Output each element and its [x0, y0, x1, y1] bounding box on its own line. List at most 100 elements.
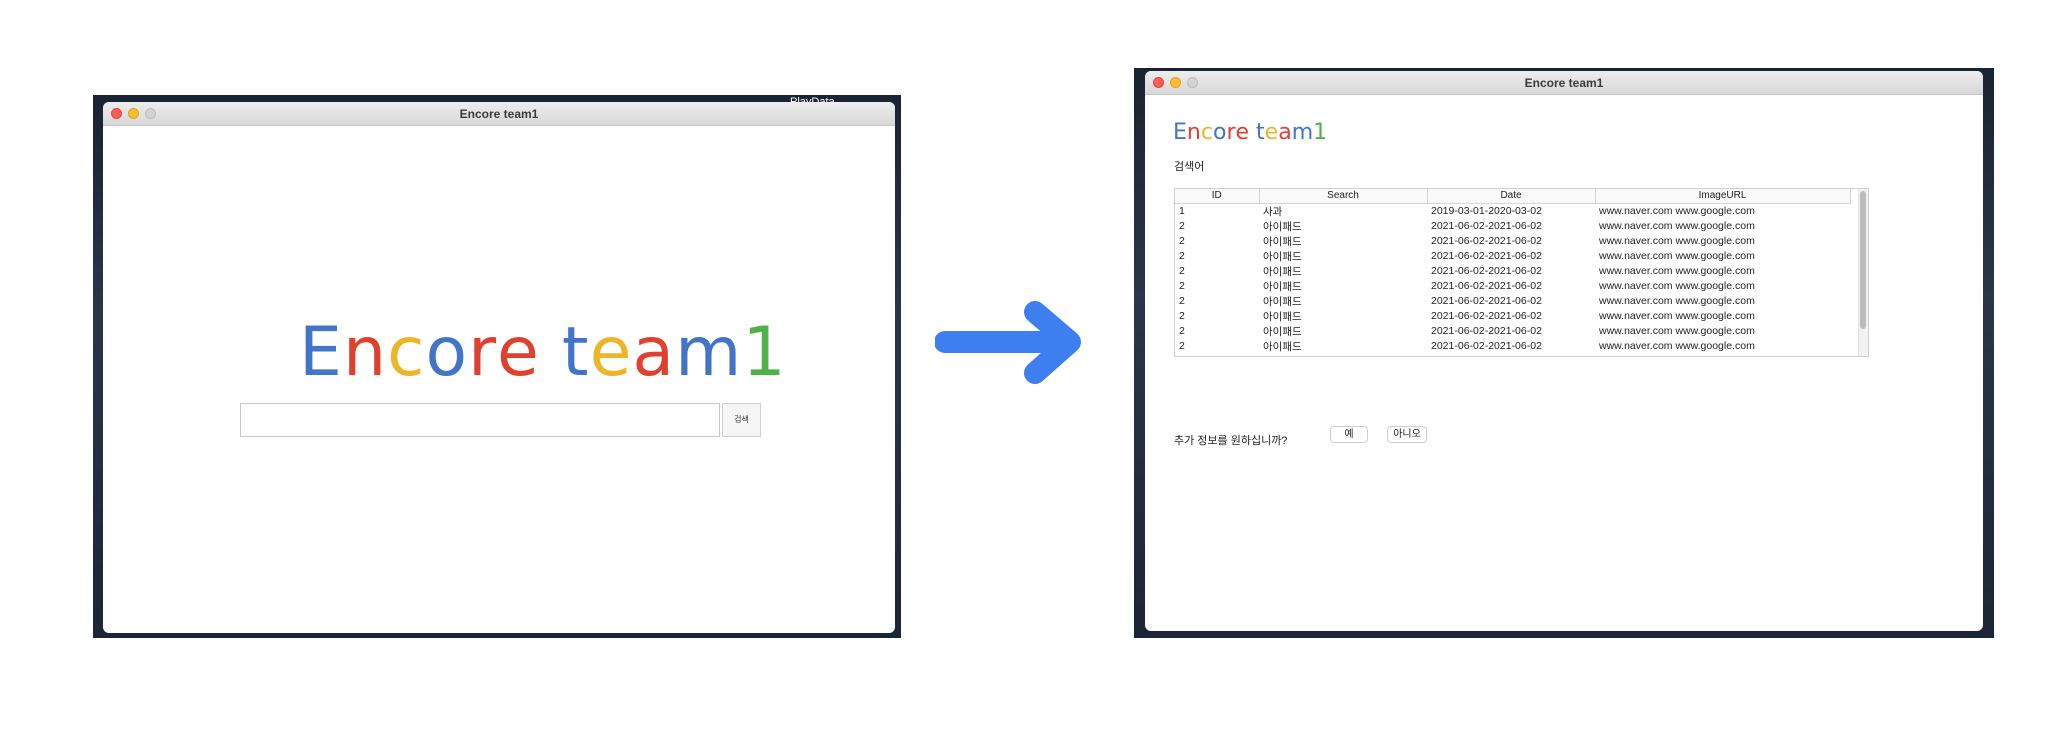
cell-id: 2 — [1179, 220, 1185, 232]
cell-imageurl: www.naver.com www.google.com — [1599, 340, 1755, 352]
table-scrollbar[interactable] — [1858, 189, 1868, 356]
cell-search: 아이패드 — [1263, 295, 1302, 308]
cell-search: 아이패드 — [1263, 250, 1302, 263]
window-titlebar[interactable]: Encore team1 — [103, 102, 895, 126]
transition-arrow-icon — [935, 301, 1081, 384]
minimize-window-icon[interactable] — [1170, 77, 1181, 88]
logo-letter: r — [468, 313, 498, 392]
logo-letter: t — [561, 313, 590, 392]
logo-letter: o — [425, 313, 469, 392]
table-scrollbar-thumb[interactable] — [1860, 191, 1866, 329]
cell-imageurl: www.naver.com www.google.com — [1599, 250, 1755, 262]
cell-imageurl: www.naver.com www.google.com — [1599, 220, 1755, 232]
cell-imageurl: www.naver.com www.google.com — [1599, 205, 1755, 217]
cell-date: 2021-06-02-2021-06-02 — [1431, 250, 1542, 262]
cell-id: 2 — [1179, 310, 1185, 322]
cell-search: 사과 — [1263, 205, 1283, 218]
cell-search: 아이패드 — [1263, 280, 1302, 293]
search-input[interactable] — [240, 403, 720, 437]
cell-imageurl: www.naver.com www.google.com — [1599, 325, 1755, 337]
logo-letter: 1 — [742, 313, 787, 392]
cell-id: 2 — [1179, 280, 1185, 292]
cell-date: 2021-06-02-2021-06-02 — [1431, 310, 1542, 322]
table-row[interactable]: 1 사과 2019-03-01-2020-03-02 www.naver.com ww… — [1175, 203, 1850, 219]
column-header-search[interactable]: Search — [1259, 189, 1428, 204]
logo-letter: m — [1291, 120, 1314, 145]
cell-date: 2021-06-02-2021-06-02 — [1431, 340, 1542, 352]
search-button[interactable]: 검색 — [722, 403, 761, 437]
window-title: Encore team1 — [1524, 76, 1604, 90]
table-row[interactable]: 2 아이패드 2021-06-02-2021-06-02 www.naver.com … — [1175, 264, 1850, 279]
window-titlebar[interactable]: Encore team1 — [1145, 71, 1983, 95]
logo-letter: a — [632, 313, 676, 392]
cell-date: 2021-06-02-2021-06-02 — [1431, 325, 1542, 337]
cell-id: 2 — [1179, 235, 1185, 247]
cell-search: 아이패드 — [1263, 340, 1302, 353]
zoom-window-icon[interactable] — [145, 108, 156, 119]
logo-letter: m — [675, 313, 743, 392]
logo-letter: e — [589, 313, 633, 392]
logo-letter: c — [1200, 120, 1213, 145]
column-header-date[interactable]: Date — [1427, 189, 1596, 204]
close-window-icon[interactable] — [111, 108, 122, 119]
app-logo: Encore team1 — [299, 313, 787, 392]
no-button[interactable]: 아니오 — [1387, 426, 1427, 443]
cell-date: 2019-03-01-2020-03-02 — [1431, 205, 1542, 217]
cell-search: 아이패드 — [1263, 235, 1302, 248]
results-window: Encore team1 Encore team1 검색어 ID Search D… — [1145, 71, 1983, 631]
cell-imageurl: www.naver.com www.google.com — [1599, 265, 1755, 277]
table-header-row: ID Search Date ImageURL — [1175, 189, 1851, 204]
logo-letter: 1 — [1313, 120, 1328, 145]
traffic-lights — [1153, 77, 1198, 88]
cell-imageurl: www.naver.com www.google.com — [1599, 280, 1755, 292]
query-label: 검색어 — [1174, 161, 1205, 173]
cell-date: 2021-06-02-2021-06-02 — [1431, 265, 1542, 277]
logo-letter: n — [342, 313, 388, 392]
table-row[interactable]: 2 아이패드 2021-06-02-2021-06-02 www.naver.com … — [1175, 234, 1850, 249]
traffic-lights — [111, 108, 156, 119]
more-info-question: 추가 정보를 원하십니까? — [1174, 435, 1288, 447]
cell-imageurl: www.naver.com www.google.com — [1599, 310, 1755, 322]
logo-letter: o — [1212, 120, 1227, 145]
cell-id: 2 — [1179, 325, 1185, 337]
cell-date: 2021-06-02-2021-06-02 — [1431, 235, 1542, 247]
zoom-window-icon[interactable] — [1187, 77, 1198, 88]
window-title: Encore team1 — [459, 107, 539, 121]
cell-id: 2 — [1179, 295, 1185, 307]
cell-id: 2 — [1179, 250, 1185, 262]
cell-date: 2021-06-02-2021-06-02 — [1431, 280, 1542, 292]
table-row[interactable]: 2 아이패드 2021-06-02-2021-06-02 www.naver.com … — [1175, 309, 1850, 324]
cell-id: 1 — [1179, 205, 1185, 217]
logo-letter: a — [1278, 120, 1292, 145]
table-row[interactable]: 2 아이패드 2021-06-02-2021-06-02 www.naver.com … — [1175, 339, 1850, 354]
table-row[interactable]: 2 아이패드 2021-06-02-2021-06-02 www.naver.com … — [1175, 219, 1850, 234]
cell-id: 2 — [1179, 265, 1185, 277]
cell-date: 2021-06-02-2021-06-02 — [1431, 295, 1542, 307]
cell-id: 2 — [1179, 340, 1185, 352]
logo-letter: E — [299, 313, 343, 392]
table-row[interactable]: 2 아이패드 2021-06-02-2021-06-02 www.naver.com … — [1175, 294, 1850, 309]
logo-letter: t — [1256, 120, 1265, 145]
minimize-window-icon[interactable] — [128, 108, 139, 119]
close-window-icon[interactable] — [1153, 77, 1164, 88]
yes-button[interactable]: 예 — [1330, 426, 1368, 443]
column-header-imageurl[interactable]: ImageURL — [1595, 189, 1851, 204]
logo-letter: e — [497, 313, 540, 392]
logo-letter: n — [1186, 120, 1201, 145]
cell-imageurl: www.naver.com www.google.com — [1599, 295, 1755, 307]
table-row[interactable]: 2 아이패드 2021-06-02-2021-06-02 www.naver.com … — [1175, 324, 1850, 339]
logo-letter: e — [1264, 120, 1279, 145]
search-window: Encore team1 Encore team1 검색 — [103, 102, 895, 633]
app-logo: Encore team1 — [1173, 120, 1327, 145]
table-row[interactable]: 2 아이패드 2021-06-02-2021-06-02 www.naver.com … — [1175, 249, 1850, 264]
results-table[interactable]: ID Search Date ImageURL 1 사과 2019-03-01-20… — [1174, 188, 1869, 357]
cell-search: 아이패드 — [1263, 265, 1302, 278]
logo-letter: e — [1235, 120, 1250, 145]
logo-letter: c — [387, 313, 426, 392]
cell-imageurl: www.naver.com www.google.com — [1599, 235, 1755, 247]
column-header-id[interactable]: ID — [1175, 189, 1260, 204]
logo-letter: E — [1173, 120, 1187, 145]
table-row[interactable]: 2 아이패드 2021-06-02-2021-06-02 www.naver.com … — [1175, 279, 1850, 294]
cell-date: 2021-06-02-2021-06-02 — [1431, 220, 1542, 232]
cell-search: 아이패드 — [1263, 325, 1302, 338]
